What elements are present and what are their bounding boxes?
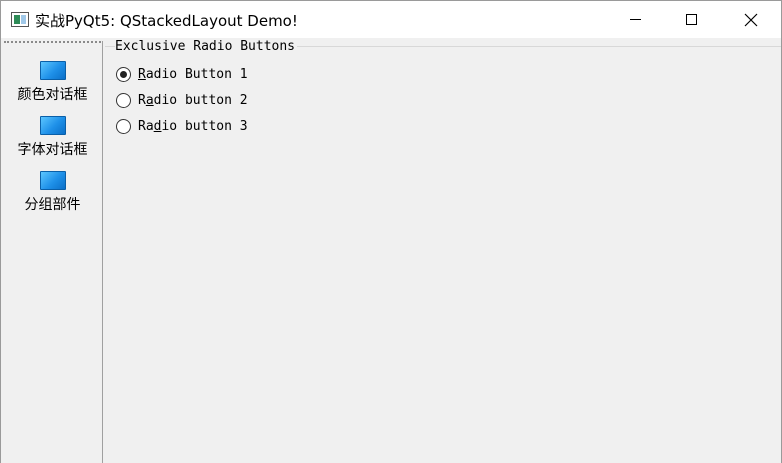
monitor-icon (39, 116, 66, 135)
sidebar-item-label: 分组部件 (24, 197, 81, 213)
sidebar-item-label: 字体对话框 (17, 142, 88, 158)
sidebar-item-color-dialog[interactable]: 颜色对话框 (4, 61, 101, 113)
focus-dotted-line (4, 41, 101, 43)
monitor-icon (39, 61, 66, 80)
minimize-button[interactable] (612, 1, 658, 38)
maximize-icon (685, 14, 697, 25)
radio-indicator[interactable] (116, 119, 131, 134)
client-area: 颜色对话框 字体对话框 分组部件 Exclusive Radio Buttons… (1, 38, 781, 463)
maximize-button[interactable] (668, 1, 714, 38)
title-bar[interactable]: 实战PyQt5: QStackedLayout Demo! (1, 1, 781, 38)
sidebar-item-label: 颜色对话框 (17, 87, 88, 103)
radio-button-1[interactable]: Radio Button 1 (116, 67, 248, 82)
radio-label: Radio button 3 (138, 119, 248, 134)
app-icon (11, 12, 29, 27)
monitor-icon (39, 171, 66, 190)
group-box-title: Exclusive Radio Buttons (115, 39, 298, 54)
close-button[interactable] (728, 1, 774, 38)
radio-button-2[interactable]: Radio button 2 (116, 93, 248, 108)
sidebar-list[interactable]: 颜色对话框 字体对话框 分组部件 (4, 41, 103, 463)
radio-button-3[interactable]: Radio button 3 (116, 119, 248, 134)
sidebar-item-group-widget[interactable]: 分组部件 (4, 171, 101, 223)
window-title: 实战PyQt5: QStackedLayout Demo! (35, 12, 298, 30)
sidebar-item-font-dialog[interactable]: 字体对话框 (4, 116, 101, 168)
close-icon (744, 13, 758, 26)
radio-label: Radio Button 1 (138, 67, 248, 82)
radio-label: Radio button 2 (138, 93, 248, 108)
minimize-icon (629, 19, 641, 20)
radio-indicator[interactable] (116, 93, 131, 108)
main-window: 实战PyQt5: QStackedLayout Demo! 颜色对话框 字体对话… (0, 0, 782, 463)
radio-indicator-checked[interactable] (116, 67, 131, 82)
